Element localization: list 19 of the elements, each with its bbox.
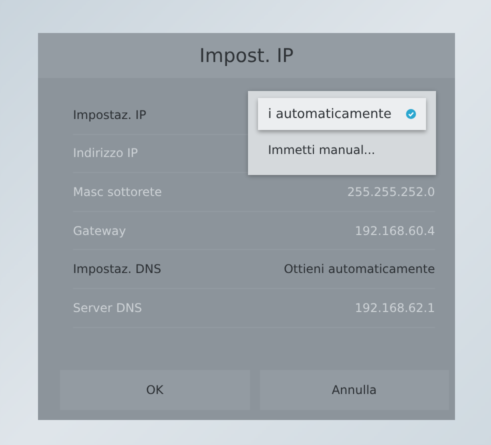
setting-row[interactable]: Impostaz. DNS Ottieni automaticamente [73,250,435,289]
setting-label: Indirizzo IP [73,146,138,160]
setting-label: Impostaz. IP [73,108,146,122]
setting-label: Masc sottorete [73,184,162,199]
dialog-title: Impost. IP [38,33,455,78]
dropdown-option[interactable]: Immetti manual... [258,134,426,166]
setting-value: Ottieni automaticamente [284,262,435,276]
setting-label: Server DNS [73,300,142,315]
dropdown-option[interactable]: i automaticamente [258,98,426,130]
check-icon [406,109,416,119]
setting-value: 192.168.62.1 [354,300,435,315]
setting-label: Impostaz. DNS [73,262,162,276]
setting-value: 255.255.252.0 [347,184,435,199]
ok-button[interactable]: OK [60,370,250,410]
setting-label: Gateway [73,224,126,238]
setting-value: 192.168.60.4 [354,224,435,238]
cancel-button[interactable]: Annulla [260,370,449,410]
option-label: i automaticamente [268,106,392,122]
option-label: Immetti manual... [268,143,376,157]
